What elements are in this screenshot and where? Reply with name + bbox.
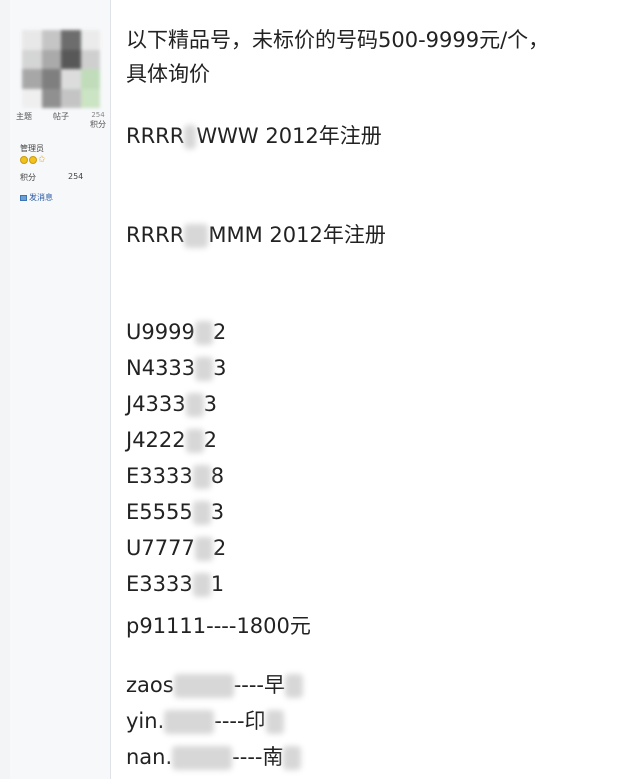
account-line-rrrr-mmm: RRRR MMM 2012年注册 (126, 217, 386, 253)
pinyin-suffix: ----南 (232, 745, 284, 769)
redaction-blur (172, 746, 233, 770)
score-value: 254 (68, 172, 84, 181)
score-label: 积分 (20, 173, 36, 182)
number-line: U9999 2 (126, 314, 226, 350)
pinyin-prefix: yin. (126, 709, 165, 733)
redaction-blur (192, 501, 211, 525)
redaction-blur (285, 674, 303, 698)
number-suffix: 1 (210, 572, 225, 596)
pinyin-line: nan. ----南 (126, 739, 302, 775)
stat-topics-label: 主题 (16, 112, 32, 121)
medal-icon (29, 156, 37, 164)
number-prefix: E5555 (126, 500, 193, 524)
redaction-blur (184, 125, 197, 149)
account-prefix: RRRR (126, 124, 185, 148)
number-prefix: N4333 (126, 356, 196, 380)
intro-line-1: 以下精品号，未标价的号码500-9999元/个， (126, 28, 550, 52)
redaction-blur (194, 537, 213, 561)
number-line: N4333 3 (126, 350, 227, 386)
redaction-blur (283, 746, 302, 770)
number-suffix: 3 (210, 500, 225, 524)
star-icon: ✩ (38, 155, 46, 165)
stat-points[interactable]: 254 积分 (90, 111, 106, 130)
number-suffix: 2 (212, 320, 227, 344)
pinyin-line: zaos ----早 (126, 667, 303, 703)
score-row: 积分 254 (20, 172, 90, 183)
number-line: E3333 1 (126, 566, 224, 602)
redaction-blur (185, 429, 204, 453)
account-prefix: RRRR (126, 223, 185, 247)
number-suffix: 2 (212, 536, 227, 560)
number-suffix: 2 (203, 428, 218, 452)
stat-topics[interactable]: 主题 (16, 111, 32, 130)
redaction-blur (192, 465, 211, 489)
stat-points-value: 254 (91, 111, 105, 119)
number-prefix: J4333 (126, 392, 186, 416)
stat-points-label: 积分 (90, 120, 106, 129)
message-icon (20, 194, 27, 201)
redaction-blur (184, 224, 209, 248)
account-line-rrrr-www: RRRR WWW 2012年注册 (126, 118, 382, 154)
author-sidebar: 主题 帖子 254 积分 管理员 ✩ 积分 254 发消息 (10, 0, 111, 779)
user-role: 管理员 (20, 144, 44, 153)
number-prefix: U7777 (126, 536, 195, 560)
redaction-blur (185, 393, 204, 417)
number-prefix: E3333 (126, 572, 193, 596)
account-suffix: WWW 2012年注册 (196, 124, 382, 148)
pinyin-suffix: ----早 (233, 673, 285, 697)
number-line: J4222 2 (126, 422, 217, 458)
medal-row: ✩ (20, 155, 46, 165)
number-suffix: 3 (213, 356, 227, 380)
number-suffix: 3 (203, 392, 218, 416)
number-prefix: U9999 (126, 320, 195, 344)
number-line: E5555 3 (126, 494, 224, 530)
number-line: U7777 2 (126, 530, 226, 566)
stat-posts[interactable]: 帖子 (53, 111, 69, 130)
number-line: E3333 8 (126, 458, 224, 494)
pinyin-prefix: nan. (126, 745, 173, 769)
send-message-link[interactable]: 发消息 (20, 192, 53, 203)
account-suffix: MMM 2012年注册 (208, 223, 386, 247)
send-message-label: 发消息 (29, 193, 53, 202)
author-stats: 主题 帖子 254 积分 (16, 111, 106, 130)
pinyin-prefix: zaos (126, 673, 174, 697)
redaction-blur (164, 710, 215, 734)
number-line: J4333 3 (126, 386, 217, 422)
number-prefix: E3333 (126, 464, 193, 488)
pinyin-suffix: ----印 (214, 709, 266, 733)
pinyin-line: yin. ----印 (126, 703, 284, 739)
priced-number-line: p91111----1800元 (126, 614, 311, 638)
redaction-blur (192, 573, 211, 597)
avatar[interactable] (22, 30, 100, 108)
stat-posts-label: 帖子 (53, 112, 69, 121)
redaction-blur (195, 357, 214, 381)
number-prefix: J4222 (126, 428, 186, 452)
redaction-blur (194, 321, 213, 345)
redaction-blur (173, 674, 234, 698)
number-suffix: 8 (210, 464, 225, 488)
redaction-blur (265, 710, 284, 734)
intro-line-2: 具体询价 (126, 62, 210, 86)
medal-icon (20, 156, 28, 164)
